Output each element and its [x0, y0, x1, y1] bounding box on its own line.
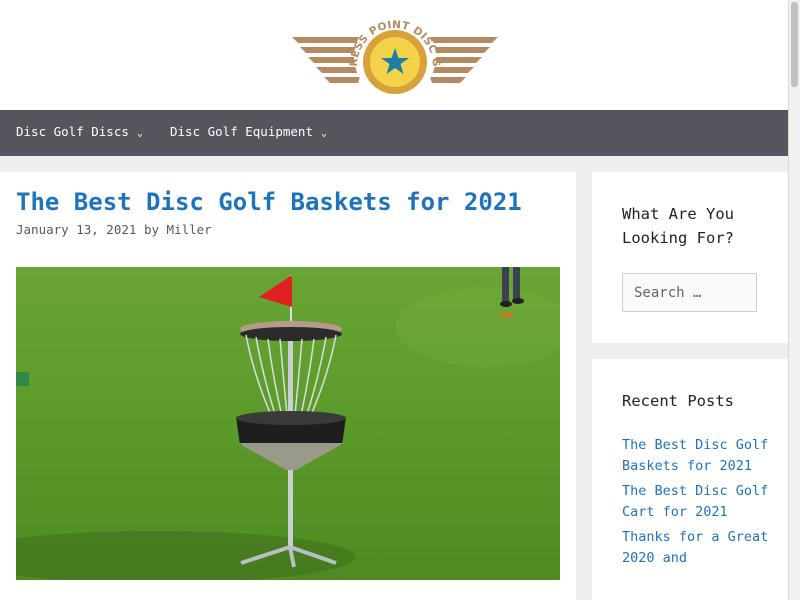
search-widget-title: What Are You Looking For? [622, 205, 734, 247]
nav-item-label: Disc Golf Discs [16, 124, 129, 139]
recent-posts-list: The Best Disc Golf Baskets for 2021 The … [622, 435, 772, 573]
chevron-down-icon: ⌄ [136, 128, 143, 139]
nav-item-disc-golf-equipment[interactable]: Disc Golf Equipment ⌄ [170, 110, 327, 156]
chevron-down-icon: ⌄ [321, 128, 328, 139]
post-by: by [143, 222, 160, 237]
post-title[interactable]: The Best Disc Golf Baskets for 2021 [16, 188, 522, 216]
recent-post-link[interactable]: Thanks for a Great 2020 and [622, 527, 772, 569]
scrollbar-thumb[interactable] [791, 2, 798, 87]
post-meta: January 13, 2021 by Miller [16, 222, 212, 237]
nav-item-label: Disc Golf Equipment [170, 124, 313, 139]
search-input[interactable] [622, 273, 757, 312]
featured-image [16, 267, 560, 580]
page-scrollbar[interactable] [788, 0, 800, 600]
site-header: CYPRESS POINT DISC GOLF [0, 0, 788, 110]
search-widget: What Are You Looking For? [592, 172, 788, 343]
recent-posts-widget: Recent Posts The Best Disc Golf Baskets … [592, 359, 788, 600]
main-navigation: Disc Golf Discs ⌄ Disc Golf Equipment ⌄ [0, 110, 788, 156]
article: The Best Disc Golf Baskets for 2021 Janu… [0, 172, 576, 600]
recent-post-link[interactable]: The Best Disc Golf Cart for 2021 [622, 481, 772, 523]
recent-posts-title: Recent Posts [622, 392, 734, 410]
nav-item-disc-golf-discs[interactable]: Disc Golf Discs ⌄ [16, 110, 143, 156]
post-date[interactable]: January 13, 2021 [16, 222, 136, 237]
site-logo[interactable]: CYPRESS POINT DISC GOLF [290, 12, 500, 98]
post-author[interactable]: Miller [167, 222, 212, 237]
recent-post-link[interactable]: The Best Disc Golf Baskets for 2021 [622, 435, 772, 477]
